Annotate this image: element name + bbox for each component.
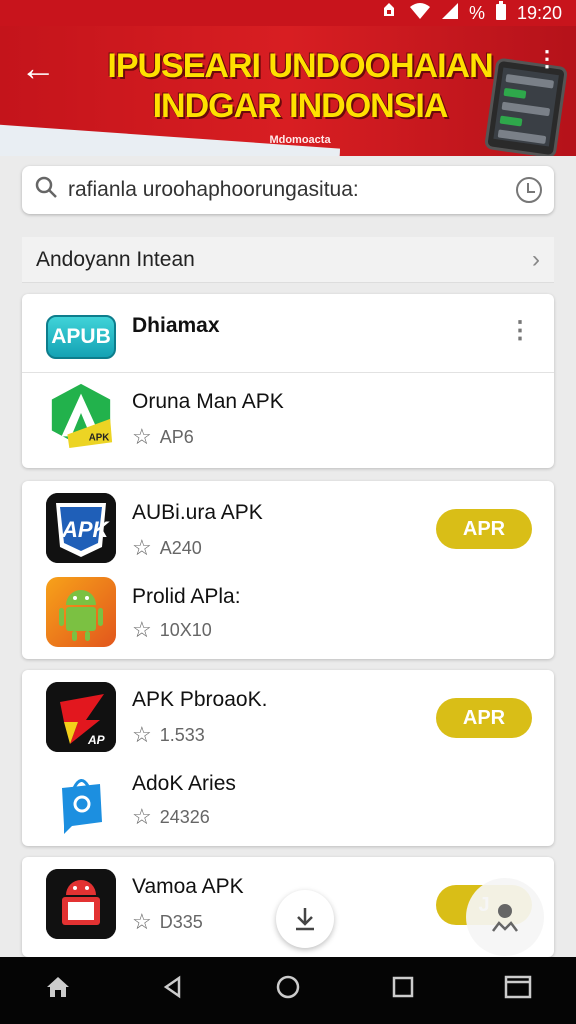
app-list-item[interactable]: AP APK PbroaoK. ☆ 1.533 APR — [22, 678, 554, 764]
phone-illustration-icon — [483, 57, 569, 156]
app-meta: ☆ D335 — [132, 909, 203, 935]
app-card: APK AUBi.ura APK ☆ A240 APR Prolid APla:… — [22, 481, 554, 659]
app-meta: ☆ A240 — [132, 535, 202, 561]
back-arrow-icon[interactable]: ← — [20, 50, 60, 86]
app-meta-value: AP6 — [159, 426, 194, 447]
app-meta: ☆ AP6 — [132, 424, 194, 450]
more-options-icon[interactable]: ⋮ — [508, 316, 532, 345]
install-button[interactable]: APR — [436, 509, 532, 549]
banner-title-line1: IPUSEARI UNDOOHAIAN — [107, 47, 493, 85]
status-time: 19:20 — [516, 2, 562, 23]
nav-home-circle-icon[interactable] — [258, 974, 318, 1007]
banner-title: IPUSEARI UNDOOHAIAN INDGAR INDONSIA — [100, 46, 500, 126]
nav-recents-icon[interactable] — [373, 975, 433, 1006]
section-label: Andoyann Intean — [36, 247, 195, 271]
apk-shield-icon: APK — [46, 493, 116, 563]
wifi-icon — [409, 2, 431, 25]
signal-icon — [441, 2, 459, 25]
star-icon: ☆ — [132, 617, 152, 642]
app-name: Prolid APla: — [132, 585, 241, 608]
nav-window-icon[interactable] — [488, 975, 548, 1006]
system-nav-bar — [0, 957, 576, 1024]
app-name: AUBi.ura APK — [132, 501, 263, 524]
divider — [22, 372, 554, 373]
svg-text:APK: APK — [61, 517, 111, 542]
header-banner: ← IPUSEARI UNDOOHAIAN INDGAR INDONSIA Md… — [0, 26, 576, 156]
star-icon: ☆ — [132, 535, 152, 560]
app-meta: ☆ 10X10 — [132, 617, 212, 643]
battery-percent: % — [468, 2, 485, 23]
app-meta-value: 1.533 — [159, 724, 205, 745]
app-name: Dhiamax — [132, 314, 220, 337]
app-name: AdoK Aries — [132, 772, 236, 795]
app-meta-value: 10X10 — [159, 619, 212, 640]
blue-bag-icon — [46, 766, 116, 836]
status-bar: % 19:20 — [0, 0, 576, 26]
download-icon[interactable] — [276, 890, 334, 948]
notification-icon — [379, 1, 399, 26]
app-meta-value: A240 — [159, 537, 202, 558]
red-bolt-icon: AP — [46, 682, 116, 752]
history-clock-icon[interactable] — [516, 177, 542, 203]
banner-title-line2: INDGAR INDONSIA — [152, 87, 449, 125]
nav-back-icon[interactable] — [143, 975, 203, 1006]
app-card: APUB Dhiamax ⋮ APK Oruna Man APK ☆ AP6 — [22, 294, 554, 468]
svg-text:APK: APK — [89, 432, 110, 443]
install-button[interactable]: APR — [436, 698, 532, 738]
search-input[interactable]: rafianla uroohaphoorungasitua: — [60, 178, 516, 202]
more-options-icon[interactable]: ⋮ — [536, 46, 558, 72]
home-icon[interactable] — [28, 975, 88, 1006]
star-icon: ☆ — [132, 804, 152, 829]
banner-subtitle: Mdomoacta — [269, 134, 331, 146]
app-list-item[interactable]: APK Oruna Man APK ☆ AP6 — [22, 378, 554, 464]
chevron-right-icon: › — [532, 245, 540, 273]
app-name: APK PbroaoK. — [132, 688, 268, 711]
green-a-logo-icon: APK — [46, 380, 116, 450]
app-list-item[interactable]: Prolid APla: ☆ 10X10 — [22, 575, 554, 661]
apub-logo-icon: APUB — [46, 302, 116, 372]
app-name: Oruna Man APK — [132, 390, 284, 413]
app-meta: ☆ 24326 — [132, 804, 210, 830]
svg-text:AP: AP — [87, 733, 106, 747]
app-list-item[interactable]: APK AUBi.ura APK ☆ A240 APR — [22, 489, 554, 575]
red-robot-icon — [46, 869, 116, 939]
app-meta-value: D335 — [159, 911, 203, 932]
app-card: AP APK PbroaoK. ☆ 1.533 APR AdoK Aries ☆… — [22, 670, 554, 846]
app-meta-value: 24326 — [159, 806, 210, 827]
star-icon: ☆ — [132, 424, 152, 449]
section-header[interactable]: Andoyann Intean › — [22, 237, 554, 283]
star-icon: ☆ — [132, 909, 152, 934]
search-icon — [34, 175, 60, 205]
battery-icon — [495, 0, 507, 26]
star-icon: ☆ — [132, 722, 152, 747]
app-list-item[interactable]: APUB Dhiamax ⋮ — [22, 294, 554, 380]
android-robot-icon — [46, 577, 116, 647]
app-name: Vamoa APK — [132, 875, 244, 898]
search-bar[interactable]: rafianla uroohaphoorungasitua: — [22, 166, 554, 214]
app-meta: ☆ 1.533 — [132, 722, 205, 748]
app-list-item[interactable]: AdoK Aries ☆ 24326 — [22, 762, 554, 848]
scan-icon[interactable] — [466, 878, 544, 956]
